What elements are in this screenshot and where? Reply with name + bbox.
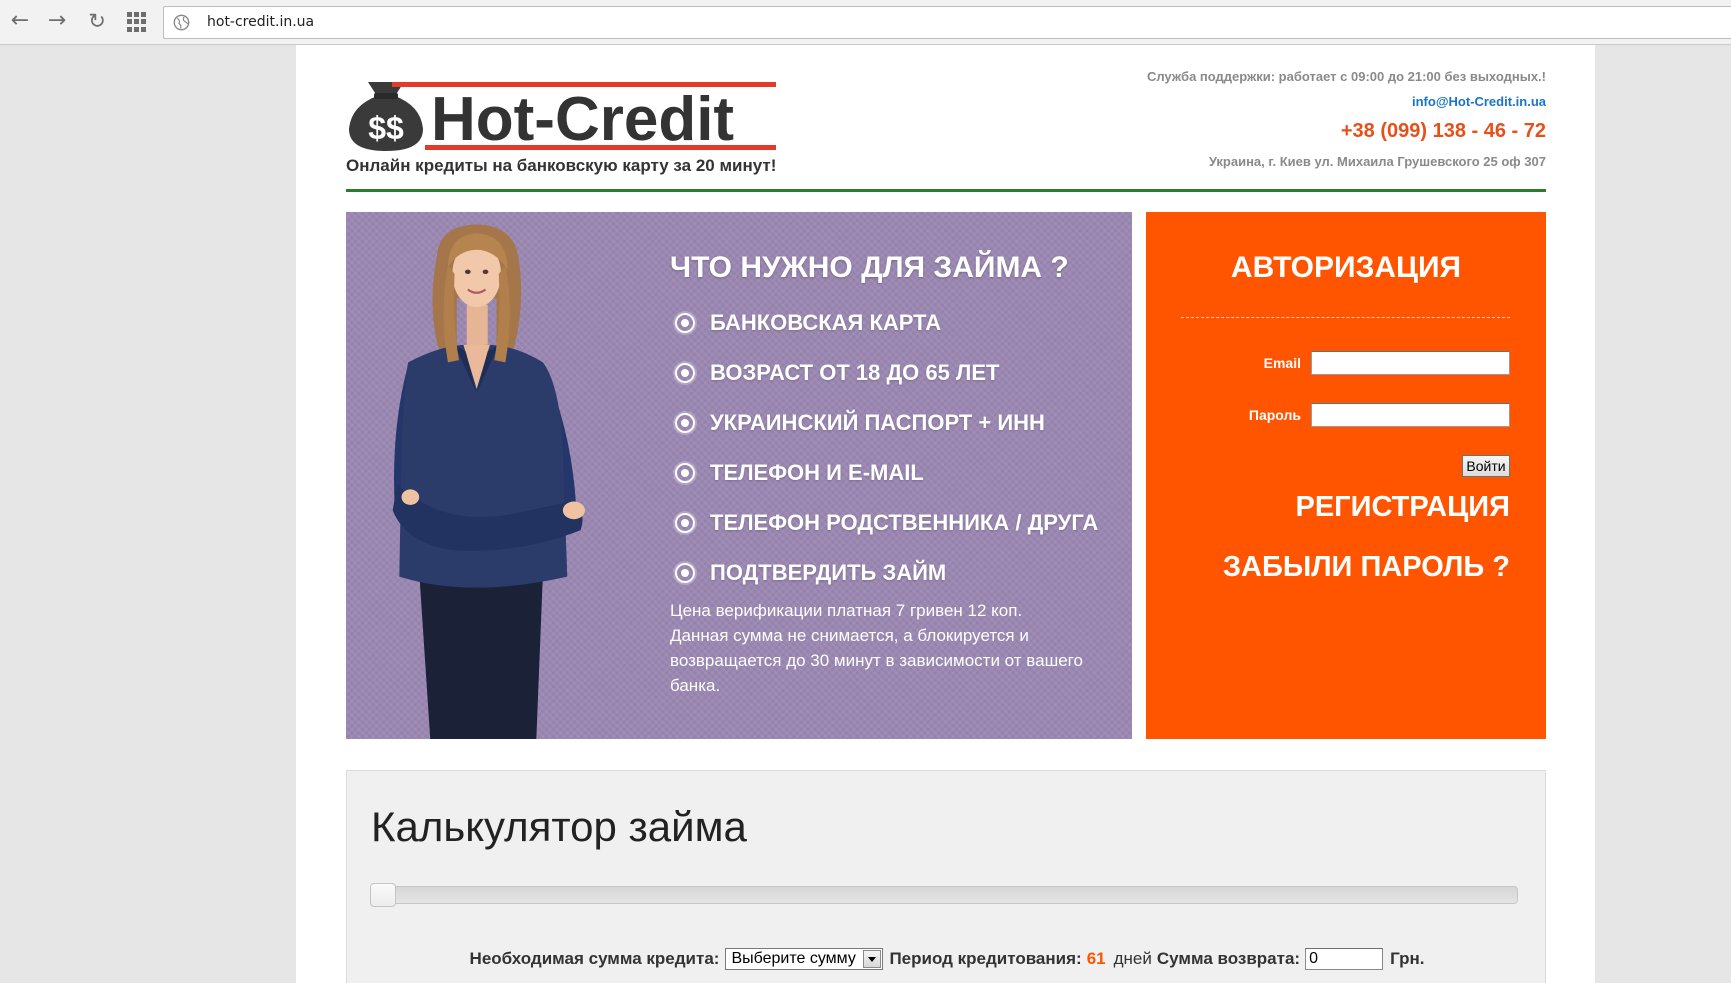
login-button[interactable]: Войти bbox=[1462, 455, 1510, 477]
money-bag-icon: $$ bbox=[349, 82, 423, 151]
forgot-password-link[interactable]: ЗАБЫЛИ ПАРОЛЬ ? bbox=[1223, 550, 1510, 584]
woman-photo bbox=[392, 224, 585, 739]
list-item: ПОДТВЕРДИТЬ ЗАЙМ bbox=[675, 548, 1098, 598]
forward-arrow-icon[interactable]: → bbox=[44, 8, 70, 34]
amount-slider-handle[interactable] bbox=[370, 883, 396, 907]
header-divider bbox=[346, 189, 1546, 192]
auth-title: АВТОРИЗАЦИЯ bbox=[1230, 251, 1462, 284]
radio-bullet-icon bbox=[675, 463, 695, 483]
radio-bullet-icon bbox=[675, 313, 695, 333]
days-label: дней bbox=[1113, 949, 1152, 968]
support-email-link[interactable]: info@Hot-Credit.in.ua bbox=[1412, 94, 1546, 109]
browser-toolbar: ← → ↻ hot-credit.in.ua bbox=[0, 0, 1731, 45]
auth-panel: АВТОРИЗАЦИЯ Email Пароль Войти РЕГИСТРАЦ… bbox=[1146, 212, 1546, 739]
list-item: ВОЗРАСТ ОТ 18 ДО 65 ЛЕТ bbox=[675, 348, 1098, 398]
support-hours: Служба поддержки: работает с 09:00 до 21… bbox=[1146, 69, 1546, 84]
verification-note: Цена верификации платная 7 гривен 12 коп… bbox=[670, 601, 1083, 695]
globe-icon bbox=[173, 14, 190, 31]
register-link[interactable]: РЕГИСТРАЦИЯ bbox=[1295, 490, 1510, 524]
logo-text[interactable]: Hot-Credit bbox=[431, 89, 734, 151]
apps-grid-icon[interactable] bbox=[127, 12, 147, 32]
email-field[interactable] bbox=[1311, 351, 1510, 375]
password-label: Пароль bbox=[1248, 407, 1301, 423]
back-arrow-icon[interactable]: ← bbox=[7, 8, 33, 34]
amount-label: Необходимая сумма кредита: bbox=[469, 949, 720, 968]
requirements-list: БАНКОВСКАЯ КАРТА ВОЗРАСТ ОТ 18 ДО 65 ЛЕТ… bbox=[675, 298, 1098, 598]
calculator-title: Калькулятор займа bbox=[371, 803, 747, 850]
list-item: ТЕЛЕФОН РОДСТВЕННИКА / ДРУГА bbox=[675, 498, 1098, 548]
office-address: Украина, г. Киев ул. Михаила Грушевского… bbox=[1208, 154, 1546, 169]
radio-bullet-icon bbox=[675, 413, 695, 433]
svg-text:$$: $$ bbox=[368, 110, 404, 146]
address-bar[interactable]: hot-credit.in.ua bbox=[163, 6, 1731, 39]
list-item: ТЕЛЕФОН И E-MAIL bbox=[675, 448, 1098, 498]
calculator-form-row: Необходимая сумма кредита: Выберите сумм… bbox=[347, 947, 1547, 971]
list-item: УКРАИНСКИЙ ПАСПОРТ + ИНН bbox=[675, 398, 1098, 448]
tagline: Онлайн кредиты на банковскую карту за 20… bbox=[346, 156, 777, 175]
return-label: Сумма возврата: bbox=[1156, 949, 1301, 968]
radio-bullet-icon bbox=[675, 513, 695, 533]
amount-select-value: Выберите сумму bbox=[731, 950, 856, 967]
radio-bullet-icon bbox=[675, 363, 695, 383]
reload-icon[interactable]: ↻ bbox=[84, 8, 110, 34]
period-value: 61 bbox=[1086, 949, 1106, 968]
currency-label: Грн. bbox=[1390, 949, 1425, 968]
amount-select[interactable]: Выберите сумму bbox=[725, 948, 884, 970]
period-label: Период кредитования: bbox=[889, 949, 1082, 968]
loan-calculator: Калькулятор займа Необходимая сумма кред… bbox=[346, 770, 1546, 983]
requirements-panel: ЧТО НУЖНО ДЛЯ ЗАЙМА ? БАНКОВСКАЯ КАРТА В… bbox=[346, 212, 1132, 739]
radio-bullet-icon bbox=[675, 563, 695, 583]
list-item: БАНКОВСКАЯ КАРТА bbox=[675, 298, 1098, 348]
url-text[interactable]: hot-credit.in.ua bbox=[207, 7, 314, 38]
amount-slider-track[interactable] bbox=[370, 886, 1518, 904]
email-label: Email bbox=[1263, 355, 1301, 371]
requirements-title: ЧТО НУЖНО ДЛЯ ЗАЙМА ? bbox=[670, 251, 1069, 284]
return-amount-field[interactable] bbox=[1305, 948, 1384, 970]
password-field[interactable] bbox=[1311, 403, 1510, 427]
auth-divider bbox=[1181, 317, 1510, 318]
chevron-down-icon[interactable] bbox=[863, 950, 882, 968]
support-phone: +38 (099) 138 - 46 - 72 bbox=[1340, 120, 1546, 142]
